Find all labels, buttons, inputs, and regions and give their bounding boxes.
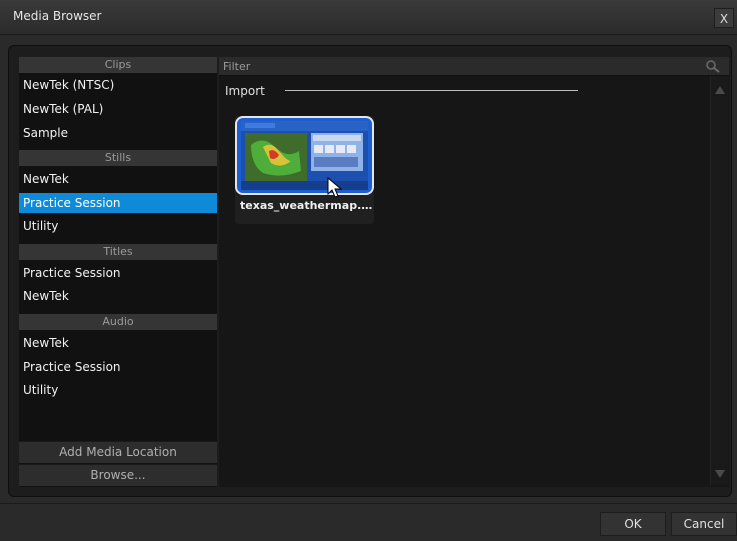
title-bar: Media Browser X bbox=[0, 0, 737, 35]
scroll-up-arrow-icon[interactable] bbox=[715, 86, 725, 94]
sidebar-item-clips-newtek-ntsc[interactable]: NewTek (NTSC) bbox=[19, 75, 217, 95]
section-header-titles[interactable]: Titles bbox=[19, 244, 217, 260]
sidebar-item-titles-practice-session[interactable]: Practice Session bbox=[19, 263, 217, 283]
sidebar-item-stills-practice-session[interactable]: Practice Session bbox=[19, 193, 217, 213]
cancel-button[interactable]: Cancel bbox=[671, 512, 737, 536]
sidebar-item-audio-newtek[interactable]: NewTek bbox=[19, 333, 217, 353]
add-media-location-button[interactable]: Add Media Location bbox=[19, 441, 217, 463]
sidebar-item-clips-newtek-pal[interactable]: NewTek (PAL) bbox=[19, 99, 217, 119]
thumbnail-frame bbox=[235, 116, 374, 195]
filter-input[interactable] bbox=[219, 57, 694, 75]
sidebar-item-stills-utility[interactable]: Utility bbox=[19, 216, 217, 236]
section-header-clips[interactable]: Clips bbox=[19, 57, 217, 73]
browse-button[interactable]: Browse... bbox=[19, 464, 217, 486]
group-divider bbox=[285, 90, 578, 91]
scroll-down-arrow-icon[interactable] bbox=[715, 470, 725, 478]
sidebar-item-audio-practice-session[interactable]: Practice Session bbox=[19, 357, 217, 377]
dialog-footer: OK Cancel bbox=[0, 503, 737, 541]
section-header-audio[interactable]: Audio bbox=[19, 314, 217, 330]
group-label-import: Import bbox=[225, 84, 265, 98]
sidebar: Clips NewTek (NTSC) NewTek (PAL) Sample … bbox=[19, 57, 217, 487]
media-thumbnail[interactable]: texas_weathermap.p... bbox=[235, 116, 374, 224]
close-button[interactable]: X bbox=[714, 8, 734, 28]
content-pane: Import texas_weathermap.p... bbox=[219, 57, 729, 487]
sidebar-item-clips-sample[interactable]: Sample bbox=[19, 123, 217, 143]
media-item-name: texas_weathermap.p... bbox=[240, 199, 374, 212]
window-title: Media Browser bbox=[13, 9, 102, 23]
search-icon[interactable] bbox=[705, 59, 721, 73]
sidebar-item-audio-utility[interactable]: Utility bbox=[19, 380, 217, 400]
ok-button[interactable]: OK bbox=[600, 512, 666, 536]
section-header-stills[interactable]: Stills bbox=[19, 150, 217, 166]
weather-map-image bbox=[241, 121, 368, 190]
sidebar-item-stills-newtek[interactable]: NewTek bbox=[19, 169, 217, 189]
filter-bar bbox=[219, 57, 729, 76]
sidebar-item-titles-newtek[interactable]: NewTek bbox=[19, 286, 217, 306]
mouse-cursor-icon bbox=[327, 177, 343, 198]
vertical-scrollbar[interactable] bbox=[710, 76, 728, 485]
